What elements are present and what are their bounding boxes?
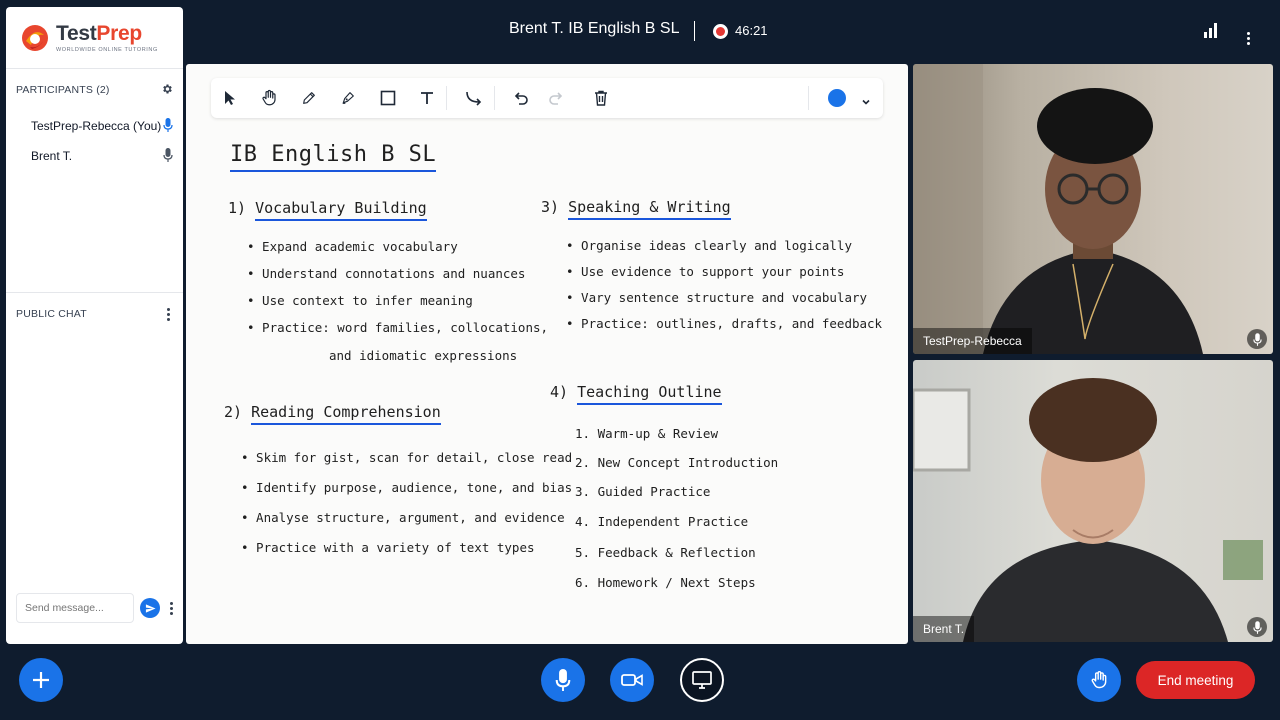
connector-icon[interactable] — [463, 87, 485, 109]
chat-more-icon[interactable] — [166, 601, 176, 615]
section-speaking-heading: 3) Speaking & Writing — [541, 198, 731, 220]
section-speaking-item: • Organise ideas clearly and logically — [566, 238, 852, 253]
video-name-tag: TestPrep-Rebecca — [913, 328, 1032, 354]
video-tile-brent[interactable]: Brent T. — [913, 360, 1273, 642]
chevron-down-icon[interactable] — [861, 92, 871, 111]
marker-icon[interactable] — [337, 87, 359, 109]
raise-hand-icon — [1091, 671, 1107, 689]
section-speaking-item: • Vary sentence structure and vocabulary — [566, 290, 868, 305]
top-options-icon[interactable] — [1243, 22, 1253, 45]
section-speaking-item: • Practice: outlines, drafts, and feedba… — [566, 316, 883, 331]
participants-panel: PARTICIPANTS (2) TestPrep-Rebecca (You) … — [6, 69, 183, 293]
text-icon[interactable] — [416, 87, 438, 109]
toolbar-divider — [446, 86, 447, 110]
section-speaking-item: • Use evidence to support your points — [566, 264, 845, 279]
toolbar-divider — [808, 86, 809, 110]
participant-brent[interactable]: Brent T. — [6, 141, 183, 171]
section-reading-item: • Practice with a variety of text types — [241, 540, 535, 555]
outline-step: 4. Independent Practice — [575, 514, 749, 529]
meeting-title: Brent T. IB English B SL — [509, 20, 680, 37]
trash-icon[interactable] — [590, 87, 612, 109]
participants-header: PARTICIPANTS (2) — [16, 84, 110, 96]
section-reading-item: • Skim for gist, scan for detail, close … — [241, 450, 573, 465]
camera-button[interactable] — [610, 658, 654, 702]
outline-step: 5. Feedback & Reflection — [575, 545, 756, 560]
section-reading-item: • Analyse structure, argument, and evide… — [241, 510, 565, 525]
send-icon — [145, 603, 156, 613]
brand-name: TestPrep — [56, 21, 142, 45]
section-vocabulary-item: • Understand connotations and nuances — [247, 266, 526, 281]
whiteboard-toolbar — [211, 78, 883, 118]
chat-message-input[interactable] — [16, 593, 134, 623]
participant-name: TestPrep-Rebecca (You) — [31, 119, 162, 133]
sidebar: TestPrep WORLDWIDE ONLINE TUTORING PARTI… — [6, 7, 183, 644]
mic-icon[interactable] — [1247, 329, 1267, 349]
section-vocabulary-item: • Expand academic vocabulary — [247, 239, 458, 254]
end-meeting-button[interactable]: End meeting — [1136, 661, 1255, 699]
section-vocabulary-item: and idiomatic expressions — [329, 348, 518, 363]
undo-icon[interactable] — [510, 87, 532, 109]
student-video-feed — [913, 378, 1263, 642]
outline-step: 2. New Concept Introduction — [575, 455, 779, 470]
send-message-button[interactable] — [140, 598, 160, 618]
hand-icon[interactable] — [258, 87, 280, 109]
mic-active-icon — [163, 117, 173, 135]
video-camera-icon — [621, 674, 643, 686]
plus-icon — [33, 672, 49, 688]
mic-icon[interactable] — [1247, 617, 1267, 637]
add-button[interactable] — [19, 658, 63, 702]
chat-panel: PUBLIC CHAT — [6, 293, 183, 644]
brand-logo: TestPrep WORLDWIDE ONLINE TUTORING — [6, 7, 183, 69]
microphone-button[interactable] — [541, 658, 585, 702]
screen-share-button[interactable] — [680, 658, 724, 702]
rectangle-icon[interactable] — [377, 87, 399, 109]
redo-icon[interactable] — [545, 87, 567, 109]
section-vocabulary-heading: 1) Vocabulary Building — [228, 199, 427, 221]
settings-gear-icon[interactable] — [161, 83, 173, 98]
mic-icon — [163, 147, 173, 165]
section-reading-item: • Identify purpose, audience, tone, and … — [241, 480, 573, 495]
brand-tagline: WORLDWIDE ONLINE TUTORING — [56, 46, 158, 53]
chat-options-icon[interactable] — [163, 307, 173, 321]
recording-icon — [713, 24, 728, 39]
participant-rebecca[interactable]: TestPrep-Rebecca (You) — [6, 111, 183, 141]
outline-step: 6. Homework / Next Steps — [575, 575, 756, 590]
section-vocabulary-item: • Use context to infer meaning — [247, 293, 473, 308]
testprep-logo-icon — [20, 23, 50, 53]
whiteboard[interactable]: IB English B SL 1) Vocabulary Building •… — [186, 64, 908, 644]
color-picker-swatch[interactable] — [828, 89, 846, 107]
section-reading-heading: 2) Reading Comprehension — [224, 403, 441, 425]
section-outline-heading: 4) Teaching Outline — [550, 383, 722, 405]
raise-hand-button[interactable] — [1077, 658, 1121, 702]
topbar-divider — [694, 21, 695, 41]
outline-step: 1. Warm-up & Review — [575, 426, 718, 441]
participant-name: Brent T. — [31, 149, 73, 163]
chat-header: PUBLIC CHAT — [16, 308, 87, 320]
video-name-tag: Brent T. — [913, 616, 975, 642]
tutor-video-feed — [913, 64, 1203, 354]
microphone-icon — [555, 669, 571, 691]
pencil-icon[interactable] — [298, 87, 320, 109]
outline-step: 3. Guided Practice — [575, 484, 711, 499]
screen-share-icon — [692, 671, 712, 689]
pointer-icon[interactable] — [219, 87, 241, 109]
recording-timer: 46:21 — [735, 23, 768, 38]
video-tile-rebecca[interactable]: TestPrep-Rebecca — [913, 64, 1273, 354]
board-title: IB English B SL — [230, 142, 437, 172]
section-vocabulary-item: • Practice: word families, collocations, — [247, 320, 549, 335]
toolbar-divider — [494, 86, 495, 110]
connection-signal-icon[interactable] — [1204, 23, 1218, 38]
